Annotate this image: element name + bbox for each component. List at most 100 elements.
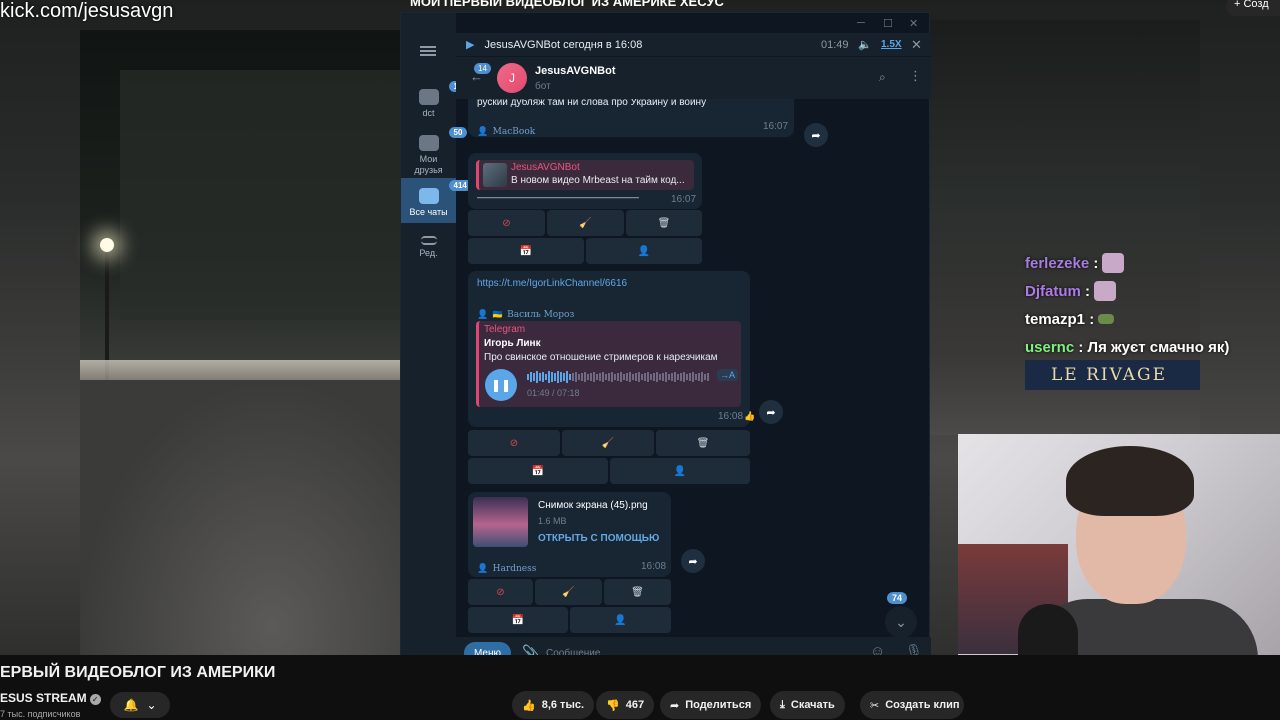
waveform[interactable] <box>527 370 712 384</box>
message-feed[interactable]: руский дубляж там ни слова про Украину и… <box>456 99 931 647</box>
download-label: Скачать <box>790 699 835 711</box>
stop-icon: ⊘ <box>496 586 505 598</box>
quote-source: Telegram <box>484 324 526 335</box>
bot-button-delete[interactable]: 🗑 <box>656 430 750 456</box>
forward-icon[interactable]: ➦ <box>681 549 705 573</box>
share-icon: ➦ <box>670 699 680 712</box>
more-icon[interactable]: ⋮ <box>909 68 922 84</box>
chat-bubble-icon: 190 <box>418 81 472 105</box>
message-bubble[interactable]: Снимок экрана (45).png 1.6 MB ОТКРЫТЬ С … <box>468 492 671 577</box>
create-button-top[interactable]: + Созд <box>1226 0 1280 16</box>
bot-button-calendar[interactable]: 📅 <box>468 238 584 264</box>
user-icon: 👤 <box>614 614 627 626</box>
chat-bubble-icon: 414 <box>418 180 472 204</box>
chat-text: : <box>1089 310 1095 328</box>
bot-button-stop[interactable]: ⊘ <box>468 430 560 456</box>
ukraine-flag-icon: 🇺🇦 <box>492 310 503 319</box>
broom-icon: 🧹 <box>579 217 592 229</box>
dislike-button[interactable]: 👎 467 <box>596 691 655 719</box>
transcribe-button[interactable]: →A <box>717 369 739 381</box>
separator-line: —————————————————— <box>477 192 639 202</box>
folder-dct[interactable]: 190 dct <box>401 81 472 118</box>
playback-rate-button[interactable]: 1.5X <box>881 39 902 50</box>
chat-message: ferlezeke : <box>1025 249 1280 277</box>
play-pause-button[interactable]: ❚❚ <box>485 369 517 401</box>
quote-author: JesusAVGNBot <box>511 162 580 173</box>
bot-button-clean[interactable]: 🧹 <box>547 210 624 236</box>
search-icon[interactable]: ⌕ <box>879 70 886 85</box>
person-icon: 👤 <box>477 126 489 136</box>
bot-button-user[interactable]: 👤 <box>586 238 702 264</box>
user-icon: 👤 <box>673 465 687 477</box>
bot-button-delete[interactable]: 🗑 <box>604 579 671 605</box>
sliders-icon <box>420 236 437 245</box>
bot-button-calendar[interactable]: 📅 <box>468 607 568 633</box>
building <box>120 70 400 320</box>
screen: LE RIVAGE kick.com/jesusavgn МОЙ ПЕРВЫЙ … <box>0 0 1280 720</box>
bot-button-calendar[interactable]: 📅 <box>468 458 608 484</box>
chat-status: бот <box>535 81 551 92</box>
window-close-icon[interactable]: ✕ <box>909 17 918 30</box>
bot-button-clean[interactable]: 🧹 <box>562 430 654 456</box>
scroll-down-button[interactable]: ⌄ <box>885 606 917 638</box>
audio-player-bar[interactable]: ▶ JesusAVGNBot сегодня в 16:08 01:49 🔈 1… <box>456 33 931 57</box>
download-icon: ⤓ <box>780 698 785 711</box>
forward-icon[interactable]: ➦ <box>804 123 828 147</box>
folder-label: Мои друзья <box>414 154 443 175</box>
forwarded-audio[interactable]: Telegram Игорь Линк Про свинское отношен… <box>476 321 741 407</box>
message-link[interactable]: https://t.me/IgorLinkChannel/6616 <box>477 278 627 289</box>
store-sign: LE RIVAGE <box>1025 360 1200 390</box>
cat-emote-icon <box>1094 281 1117 301</box>
frog-emote-icon <box>1098 314 1115 324</box>
folder-edit[interactable]: Ред. <box>401 236 456 258</box>
maximize-icon[interactable]: ☐ <box>883 17 893 30</box>
bot-button-user[interactable]: 👤 <box>570 607 671 633</box>
open-with-button[interactable]: ОТКРЫТЬ С ПОМОЩЬЮ <box>538 533 659 544</box>
subscriber-count: 7 тыс. подписчиков <box>0 709 81 719</box>
bot-button-user[interactable]: 👤 <box>610 458 750 484</box>
share-button[interactable]: ➦ Поделиться <box>660 691 762 719</box>
broom-icon: 🧹 <box>601 437 615 449</box>
bot-button-stop[interactable]: ⊘ <box>468 579 533 605</box>
cat-emote-icon <box>1102 253 1125 273</box>
folder-label: Все чаты <box>409 207 448 217</box>
chat-user: Djfatum <box>1025 282 1081 300</box>
play-icon[interactable]: ▶ <box>466 38 474 51</box>
chat-name[interactable]: JesusAVGNBot <box>535 65 615 77</box>
audio-time: 01:49 / 07:18 <box>527 388 580 398</box>
folder-all-chats[interactable]: 414 Все чаты <box>401 178 472 223</box>
menu-icon[interactable] <box>420 46 436 56</box>
download-button[interactable]: ⤓ Скачать <box>770 691 845 719</box>
avatar[interactable]: J <box>497 63 527 93</box>
signature: 👤 Hardness <box>477 558 536 576</box>
chat-text: : <box>1093 254 1099 272</box>
thumbs-down-icon: 👎 <box>606 699 620 712</box>
stop-icon: ⊘ <box>502 217 511 229</box>
close-player-icon[interactable]: ✕ <box>911 37 922 53</box>
verified-icon: ✓ <box>89 694 101 705</box>
forward-icon[interactable]: ➦ <box>759 400 783 424</box>
chat-text: : <box>1085 282 1091 300</box>
chat-user: temazp1 <box>1025 310 1086 328</box>
folder-label: dct <box>422 108 435 118</box>
volume-icon[interactable]: 🔈 <box>858 38 872 51</box>
message-bubble[interactable]: руский дубляж там ни слова про Украину и… <box>468 99 794 137</box>
bot-button-stop[interactable]: ⊘ <box>468 210 545 236</box>
channel-name[interactable]: ESUS STREAM ✓ <box>0 691 101 705</box>
notification-bell-button[interactable]: 🔔 ⌄ <box>110 692 170 718</box>
image-thumbnail[interactable] <box>473 497 528 547</box>
folder-friends[interactable]: 50 Мои друзья <box>401 127 468 176</box>
message-bubble[interactable]: https://t.me/IgorLinkChannel/6616 👤 🇺🇦 В… <box>468 271 755 427</box>
folder-sidebar: 190 dct 50 Мои друзья 414 Все чаты Ред. <box>401 13 472 668</box>
minimize-icon[interactable]: ─ <box>857 17 865 29</box>
like-button[interactable]: 👍 8,6 тыс. <box>512 691 595 719</box>
message-time: 16:08 <box>718 411 744 422</box>
bot-button-delete[interactable]: 🗑 <box>626 210 702 236</box>
reply-quote[interactable]: JesusAVGNBot В новом видео Mrbeast на та… <box>476 160 694 190</box>
message-bubble[interactable]: JesusAVGNBot В новом видео Mrbeast на та… <box>468 153 702 209</box>
message-time: 16:08 <box>641 561 667 572</box>
clip-button[interactable]: ✂ Создать клип <box>860 691 964 719</box>
kick-url: kick.com/jesusavgn <box>0 0 174 22</box>
bot-button-clean[interactable]: 🧹 <box>535 579 602 605</box>
road <box>80 380 400 655</box>
